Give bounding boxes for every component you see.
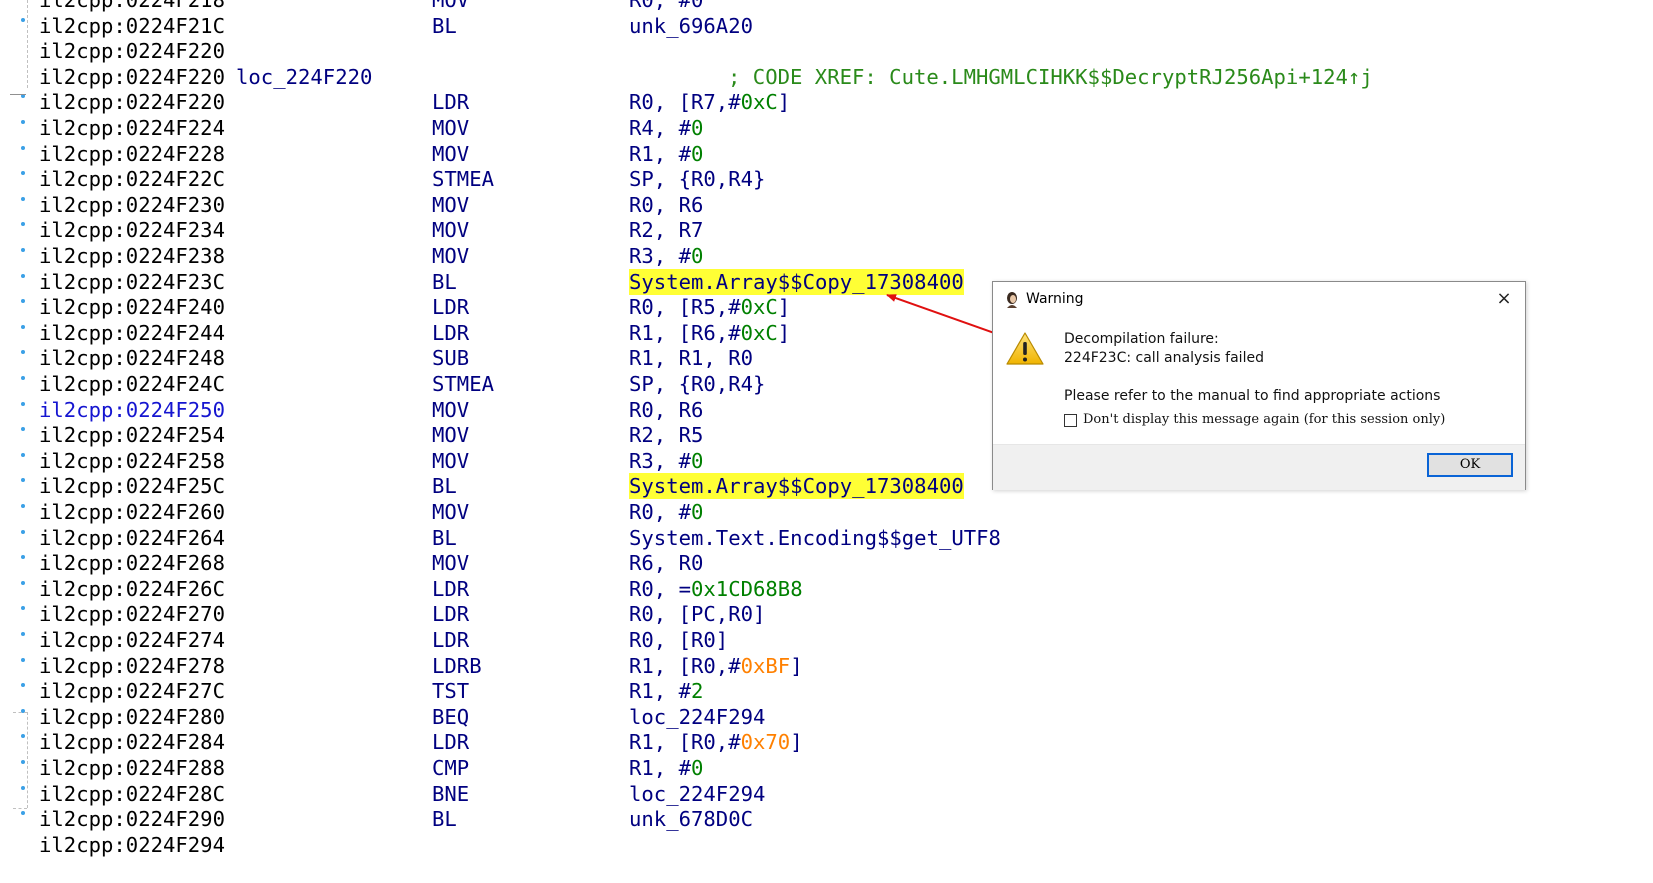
dialog-footer: OK bbox=[993, 444, 1525, 490]
dont-show-again-checkbox[interactable] bbox=[1064, 414, 1077, 427]
ok-button[interactable]: OK bbox=[1427, 453, 1513, 477]
dialog-title: Warning bbox=[1026, 291, 1084, 307]
close-button[interactable]: × bbox=[1487, 284, 1521, 314]
dialog-titlebar[interactable]: Warning × bbox=[993, 282, 1525, 316]
dialog-detail: 224F23C: call analysis failed bbox=[1064, 350, 1264, 366]
warning-dialog: Warning × Decompilation failure: 224F23C… bbox=[992, 281, 1526, 490]
dont-show-again-label[interactable]: Don't display this message again (for th… bbox=[1083, 412, 1445, 427]
dialog-hint: Please refer to the manual to find appro… bbox=[1064, 388, 1441, 404]
warning-triangle-icon bbox=[1006, 332, 1044, 365]
dialog-heading: Decompilation failure: bbox=[1064, 331, 1219, 347]
ida-app-icon bbox=[1007, 292, 1017, 308]
